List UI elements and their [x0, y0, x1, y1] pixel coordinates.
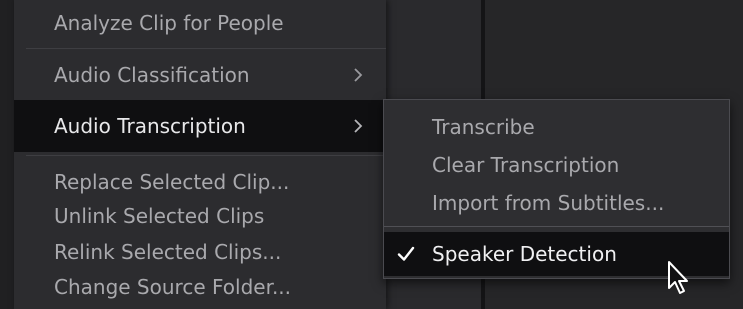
menu-separator	[26, 155, 386, 156]
menu-separator	[26, 48, 386, 49]
menu-item-label: Unlink Selected Clips	[54, 204, 265, 228]
submenu-item-clear-transcription[interactable]: Clear Transcription	[384, 144, 729, 186]
chevron-right-icon	[354, 119, 363, 133]
submenu-item-label: Speaker Detection	[432, 242, 617, 266]
audio-transcription-submenu: Transcribe Clear Transcription Import fr…	[383, 99, 730, 279]
checkmark-icon	[397, 246, 415, 261]
menu-item-analyze-clip-for-people[interactable]: Analyze Clip for People	[14, 0, 386, 46]
background-left-panel	[0, 0, 14, 309]
menu-item-label: Relink Selected Clips...	[54, 240, 282, 264]
mouse-pointer-icon	[668, 261, 688, 294]
menu-item-audio-classification[interactable]: Audio Classification	[14, 50, 386, 100]
menu-item-label: Analyze Clip for People	[54, 11, 284, 35]
menu-item-label: Audio Classification	[54, 63, 250, 87]
menu-item-label: Change Source Folder...	[54, 275, 292, 299]
menu-item-label: Replace Selected Clip...	[54, 170, 290, 194]
submenu-item-import-from-subtitles[interactable]: Import from Subtitles...	[384, 182, 729, 224]
chevron-right-icon	[354, 68, 363, 82]
menu-item-change-source-folder[interactable]: Change Source Folder...	[14, 269, 386, 305]
menu-item-audio-transcription[interactable]: Audio Transcription	[14, 100, 386, 152]
submenu-item-label: Transcribe	[432, 115, 535, 139]
clip-context-menu: Analyze Clip for People Audio Classifica…	[14, 0, 386, 309]
menu-item-label: Audio Transcription	[54, 114, 246, 138]
submenu-item-transcribe[interactable]: Transcribe	[384, 106, 729, 148]
submenu-separator	[384, 226, 729, 227]
menu-item-unlink-selected-clips[interactable]: Unlink Selected Clips	[14, 198, 386, 234]
submenu-item-label: Clear Transcription	[432, 153, 620, 177]
submenu-item-label: Import from Subtitles...	[432, 191, 665, 215]
menu-item-relink-selected-clips[interactable]: Relink Selected Clips...	[14, 234, 386, 270]
menu-item-replace-selected-clip[interactable]: Replace Selected Clip...	[14, 164, 386, 200]
